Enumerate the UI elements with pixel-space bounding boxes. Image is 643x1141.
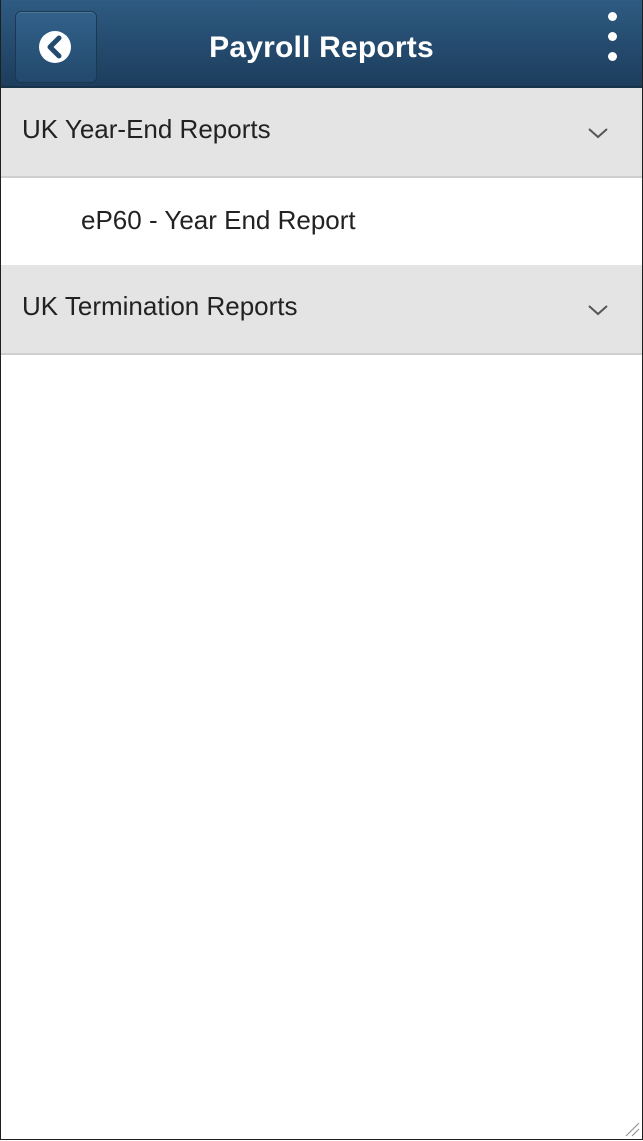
report-link-label: eP60 - Year End Report [81,205,356,235]
group-uk-termination-reports[interactable]: UK Termination Reports [1,265,642,355]
report-link-ep60[interactable]: eP60 - Year End Report [1,178,642,265]
chevron-down-icon [588,128,608,139]
group-uk-year-end-reports[interactable]: UK Year-End Reports [1,88,642,178]
group-label: UK Year-End Reports [22,114,271,144]
chevron-down-icon [588,305,608,316]
group-label: UK Termination Reports [22,291,298,321]
page-header: Payroll Reports [1,0,642,88]
resize-grip-icon[interactable] [620,1117,640,1137]
page-title: Payroll Reports [209,31,434,64]
app-frame: Payroll Reports UK Year-End Reports eP60… [0,0,643,1140]
actions-menu-button[interactable] [594,12,630,72]
